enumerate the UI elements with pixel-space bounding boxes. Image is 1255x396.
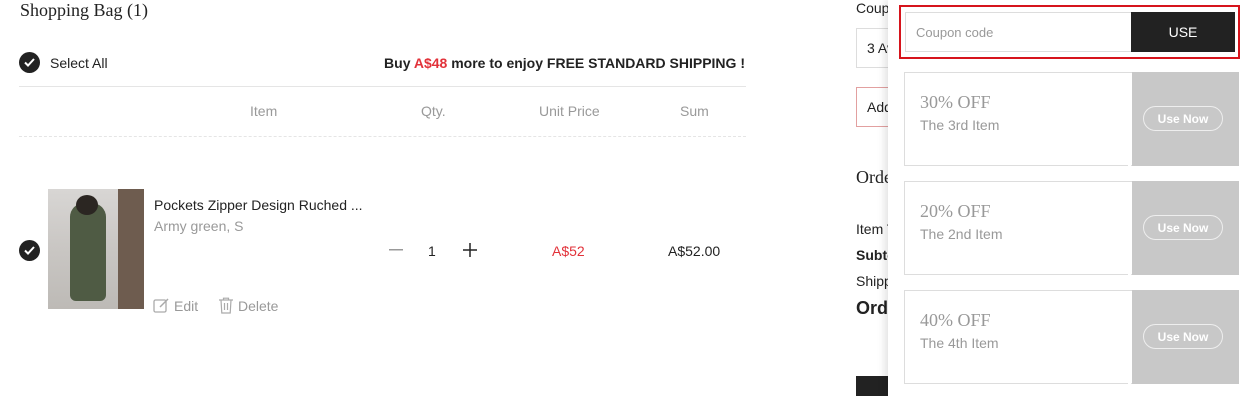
- coupon-discount: 30% OFF: [920, 92, 991, 112]
- coupon-description: The 4th Item: [920, 335, 999, 351]
- use-now-button[interactable]: Use Now: [1143, 106, 1223, 131]
- item-attributes: Army green, S: [154, 218, 244, 234]
- minus-icon: [389, 249, 403, 251]
- free-shipping-message: Buy A$48 more to enjoy FREE STANDARD SHI…: [384, 55, 745, 71]
- select-all-label: Select All: [50, 54, 108, 71]
- divider: [19, 136, 746, 137]
- coupon-description: The 3rd Item: [920, 117, 1000, 133]
- edit-button[interactable]: Edit: [153, 297, 198, 314]
- column-header-sum: Sum: [680, 103, 709, 119]
- column-header-qty: Qty.: [421, 103, 446, 119]
- shipping-prefix: Buy: [384, 55, 411, 71]
- coupon-perforation: [1128, 290, 1138, 384]
- column-header-unit-price: Unit Price: [539, 103, 600, 119]
- coupon-card: 30% OFF The 3rd Item Use Now: [904, 72, 1239, 166]
- use-coupon-button[interactable]: USE: [1131, 12, 1235, 52]
- edit-label: Edit: [174, 297, 199, 314]
- item-name[interactable]: Pockets Zipper Design Ruched ...: [154, 197, 363, 213]
- shipping-amount: A$48: [413, 55, 448, 71]
- coupon-perforation: [1128, 72, 1138, 166]
- image-detail: [118, 189, 144, 309]
- divider: [19, 86, 746, 87]
- coupon-code-input[interactable]: [905, 12, 1132, 52]
- delete-label: Delete: [238, 297, 279, 314]
- coupon-description: The 2nd Item: [920, 226, 1003, 242]
- qty-value[interactable]: 1: [428, 243, 436, 259]
- select-all[interactable]: Select All: [19, 52, 108, 73]
- item-sum: A$52.00: [668, 243, 721, 259]
- image-detail: [76, 195, 98, 215]
- edit-icon: [153, 298, 169, 313]
- check-icon[interactable]: [19, 52, 40, 73]
- unit-price: A$52: [552, 243, 585, 259]
- shipping-label: Shipp: [856, 273, 892, 289]
- use-now-button[interactable]: Use Now: [1143, 324, 1223, 349]
- qty-decrease-button[interactable]: [388, 240, 404, 260]
- use-now-button[interactable]: Use Now: [1143, 215, 1223, 240]
- trash-icon: [219, 297, 233, 314]
- delete-button[interactable]: Delete: [218, 297, 278, 314]
- product-image[interactable]: [48, 189, 144, 309]
- coupon-card: 20% OFF The 2nd Item Use Now: [904, 181, 1239, 275]
- coupon-card: 40% OFF The 4th Item Use Now: [904, 290, 1239, 384]
- shipping-suffix: more to enjoy FREE STANDARD SHIPPING !: [451, 55, 745, 71]
- column-header-item: Item: [250, 103, 278, 119]
- plus-icon: [463, 243, 477, 257]
- coupon-perforation: [1128, 181, 1138, 275]
- qty-increase-button[interactable]: [462, 240, 478, 260]
- image-detail: [70, 203, 106, 301]
- page-title: Shopping Bag (1): [20, 0, 148, 20]
- order-summary-heading: Orde: [856, 167, 892, 187]
- item-check-icon[interactable]: [19, 240, 40, 261]
- coupon-discount: 20% OFF: [920, 201, 991, 221]
- coupon-discount: 40% OFF: [920, 310, 991, 330]
